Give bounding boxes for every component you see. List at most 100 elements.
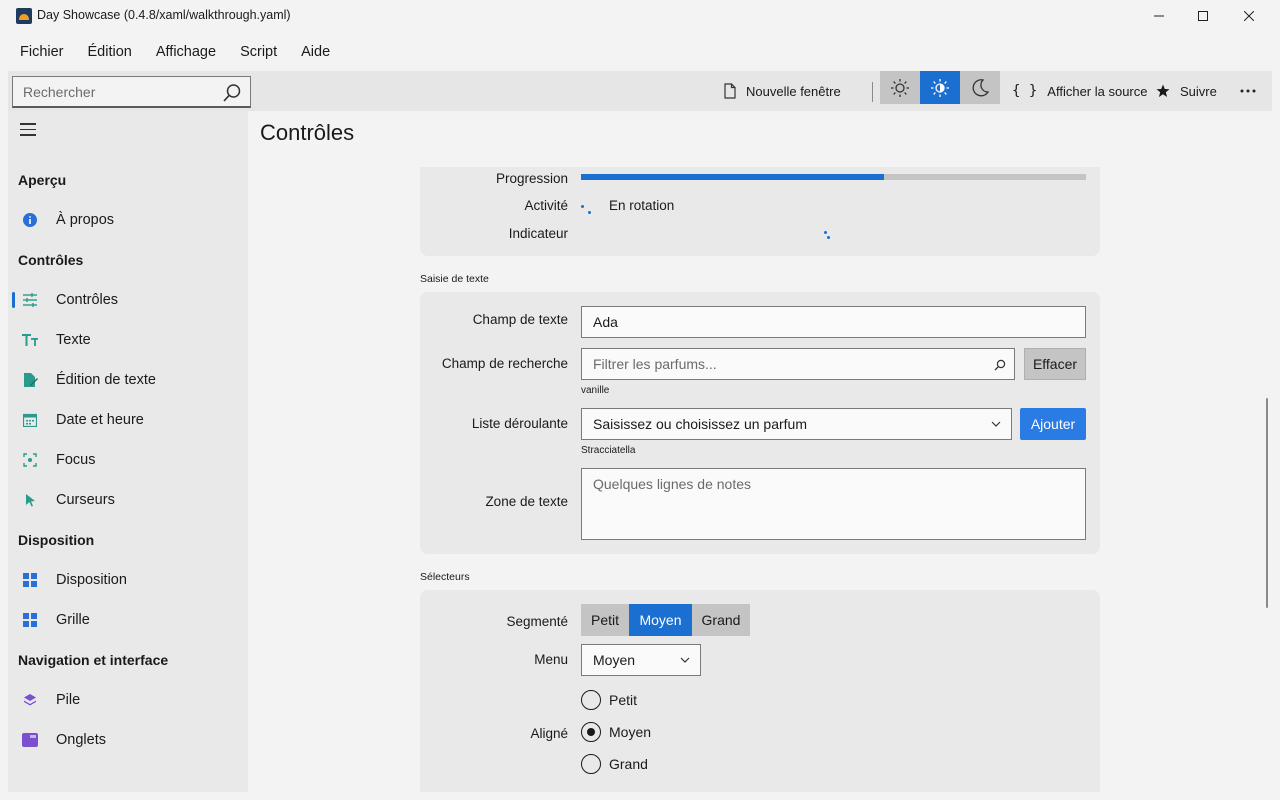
close-button[interactable] bbox=[1226, 0, 1272, 32]
section-navigation: Navigation et interface bbox=[18, 652, 169, 668]
textarea-label: Zone de texte bbox=[485, 494, 568, 509]
search-field[interactable]: Filtrer les parfums... bbox=[581, 348, 1015, 380]
sidebar-item-onglets[interactable]: Onglets bbox=[8, 722, 248, 758]
sidebar-item-a-propos[interactable]: À propos bbox=[8, 202, 248, 238]
progress-card: Progression Activité En rotation Indicat… bbox=[420, 167, 1100, 256]
sidebar-item-label: Onglets bbox=[56, 732, 106, 748]
follow-button[interactable]: Suivre bbox=[1156, 71, 1217, 111]
indicator-label: Indicateur bbox=[508, 226, 568, 241]
grid-icon bbox=[22, 612, 38, 628]
selectors-card: Segmenté Petit Moyen Grand Menu Moyen Al… bbox=[420, 590, 1100, 792]
sidebar-item-curseurs[interactable]: Curseurs bbox=[8, 482, 248, 518]
clear-button[interactable]: Effacer bbox=[1024, 348, 1086, 380]
group-title-selectors: Sélecteurs bbox=[420, 571, 470, 583]
auto-theme-button[interactable] bbox=[920, 71, 960, 104]
sidebar-item-focus[interactable]: Focus bbox=[8, 442, 248, 478]
search-field-label: Champ de recherche bbox=[441, 356, 568, 371]
layout-icon bbox=[22, 572, 38, 588]
radio-petit[interactable] bbox=[581, 690, 601, 710]
menu-bar: Fichier Édition Affichage Script Aide bbox=[0, 36, 1280, 68]
sidebar-item-label: Curseurs bbox=[56, 492, 115, 508]
search-input[interactable]: Rechercher bbox=[12, 76, 251, 108]
half-sun-icon bbox=[931, 78, 949, 97]
info-icon bbox=[22, 212, 38, 228]
toolbar-divider bbox=[872, 82, 873, 102]
sidebar-item-pile[interactable]: Pile bbox=[8, 682, 248, 718]
stack-icon bbox=[22, 692, 38, 708]
radio-label-moyen: Moyen bbox=[609, 724, 652, 740]
progress-bar-fill bbox=[581, 174, 884, 180]
sidebar-item-label: Date et heure bbox=[56, 412, 144, 428]
section-disposition: Disposition bbox=[18, 532, 95, 548]
sidebar-item-texte[interactable]: Texte bbox=[8, 322, 248, 358]
radio-grand[interactable] bbox=[581, 754, 601, 774]
activity-text: En rotation bbox=[609, 198, 675, 213]
light-theme-button[interactable] bbox=[880, 71, 920, 104]
sidebar-item-label: Contrôles bbox=[56, 292, 119, 308]
segment-petit[interactable]: Petit bbox=[581, 604, 629, 636]
minimize-icon bbox=[1154, 15, 1164, 17]
menu-edition[interactable]: Édition bbox=[80, 38, 140, 66]
maximize-icon bbox=[1198, 11, 1208, 21]
radio-label-grand: Grand bbox=[609, 756, 648, 772]
chevron-down-icon bbox=[680, 657, 690, 663]
text-field-label: Champ de texte bbox=[472, 312, 568, 327]
new-window-button[interactable]: Nouvelle fenêtre bbox=[724, 71, 841, 111]
segmented-label: Segmenté bbox=[506, 614, 568, 629]
braces-icon: { } bbox=[1012, 83, 1038, 99]
aligned-label: Aligné bbox=[530, 726, 568, 741]
size-menu[interactable]: Moyen bbox=[581, 644, 701, 676]
sun-icon bbox=[891, 78, 909, 97]
progress-bar bbox=[581, 174, 1086, 180]
menu-value: Moyen bbox=[593, 652, 636, 668]
textarea-placeholder: Quelques lignes de notes bbox=[593, 476, 751, 492]
sidebar-item-edition-texte[interactable]: Édition de texte bbox=[8, 362, 248, 398]
menu-affichage[interactable]: Affichage bbox=[148, 38, 224, 66]
toolbar: Rechercher Nouvelle fenêtre { } Afficher… bbox=[8, 71, 1272, 111]
text-field[interactable]: Ada bbox=[581, 306, 1086, 338]
dropdown-value: Saisissez ou choisissez un parfum bbox=[593, 416, 807, 432]
progress-label: Progression bbox=[495, 171, 568, 186]
more-icon bbox=[1240, 89, 1256, 93]
follow-label: Suivre bbox=[1180, 83, 1217, 99]
app-icon bbox=[16, 8, 32, 24]
more-options-button[interactable] bbox=[1240, 71, 1266, 111]
indicator-spinner bbox=[822, 231, 836, 245]
dropdown-caption: Stracciatella bbox=[581, 445, 636, 456]
sidebar-item-label: Édition de texte bbox=[56, 372, 156, 388]
sidebar-item-disposition[interactable]: Disposition bbox=[8, 562, 248, 598]
window-title: Day Showcase (0.4.8/xaml/walkthrough.yam… bbox=[37, 8, 291, 22]
moon-icon bbox=[972, 78, 990, 96]
maximize-button[interactable] bbox=[1180, 0, 1226, 32]
sidebar-item-label: Disposition bbox=[56, 572, 127, 588]
sidebar-item-label: À propos bbox=[56, 212, 115, 228]
document-icon bbox=[724, 83, 736, 99]
view-source-button[interactable]: { } Afficher la source bbox=[1012, 71, 1148, 111]
segmented-control: Petit Moyen Grand bbox=[581, 604, 750, 636]
hamburger-menu-icon[interactable] bbox=[20, 123, 36, 137]
activity-spinner bbox=[581, 203, 595, 217]
minimize-button[interactable] bbox=[1136, 0, 1182, 32]
text-input-card: Champ de texte Ada Champ de recherche Fi… bbox=[420, 292, 1100, 554]
menu-fichier[interactable]: Fichier bbox=[12, 38, 72, 66]
add-button[interactable]: Ajouter bbox=[1020, 408, 1086, 440]
search-placeholder: Rechercher bbox=[23, 84, 96, 100]
segment-moyen[interactable]: Moyen bbox=[629, 604, 692, 636]
radio-moyen[interactable] bbox=[581, 722, 601, 742]
search-icon[interactable] bbox=[222, 83, 242, 103]
flavor-dropdown[interactable]: Saisissez ou choisissez un parfum bbox=[581, 408, 1012, 440]
sidebar-item-date-heure[interactable]: Date et heure bbox=[8, 402, 248, 438]
menu-script[interactable]: Script bbox=[232, 38, 285, 66]
sidebar-item-controles[interactable]: Contrôles bbox=[8, 282, 248, 318]
cursor-icon bbox=[22, 492, 38, 508]
sidebar-item-label: Texte bbox=[56, 332, 91, 348]
sidebar-item-grille[interactable]: Grille bbox=[8, 602, 248, 638]
search-icon[interactable] bbox=[994, 359, 1006, 371]
scrollbar[interactable] bbox=[1266, 398, 1268, 608]
menu-aide[interactable]: Aide bbox=[293, 38, 338, 66]
segment-grand[interactable]: Grand bbox=[692, 604, 750, 636]
tabs-icon bbox=[22, 732, 38, 748]
dark-theme-button[interactable] bbox=[960, 71, 1000, 104]
dropdown-label: Liste déroulante bbox=[471, 416, 568, 431]
notes-textarea[interactable]: Quelques lignes de notes bbox=[581, 468, 1086, 540]
